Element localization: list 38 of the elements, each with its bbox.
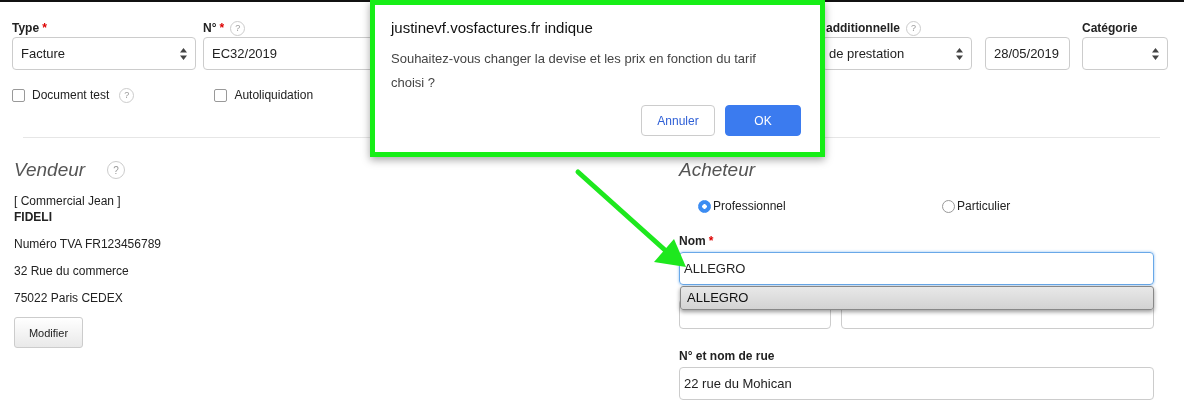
dialog-message: Souhaitez-vous changer la devise et les prix en fonction du tarif choisi ? — [391, 50, 757, 92]
radio-label: Professionnel — [713, 199, 786, 213]
field-label: additionnelle — [826, 21, 900, 35]
street-field[interactable]: 22 rue du Mohican — [679, 367, 1154, 400]
field-label: Type — [12, 21, 40, 35]
updown-arrows-icon — [956, 47, 963, 60]
checkbox-label: Document test — [32, 88, 110, 102]
dialog-title: justinevf.vosfactures.fr indique — [391, 19, 594, 36]
field-label: Nom — [679, 234, 706, 250]
radio-label: Particulier — [957, 199, 1011, 213]
checkbox[interactable] — [12, 88, 25, 102]
section-title: Vendeur — [14, 159, 86, 181]
section-title: Acheteur — [679, 159, 756, 181]
field-label: N° et nom de rue — [679, 349, 775, 365]
required-mark: * — [42, 21, 47, 35]
input-field[interactable]: 28/05/2019 — [985, 37, 1070, 70]
updown-arrows-icon — [1152, 47, 1159, 60]
radio-button[interactable] — [942, 199, 955, 213]
required-mark: * — [219, 21, 225, 35]
name-field[interactable]: ALLEGRO — [679, 252, 1154, 285]
seller-info-text: [ Commercial Jean ] — [14, 194, 122, 208]
seller-info-text: 75022 Paris CEDEX — [14, 291, 124, 305]
field-label: N° — [203, 21, 217, 35]
checkbox[interactable] — [214, 88, 228, 102]
cancel-button[interactable]: Annuler — [641, 105, 715, 136]
checkbox-label: Autoliquidation — [234, 88, 314, 102]
seller-info-text: Numéro TVA FR123456789 — [14, 237, 162, 251]
suggestion-item[interactable]: ALLEGRO — [681, 287, 1153, 309]
ok-button[interactable]: OK — [725, 105, 801, 136]
required-mark: * — [708, 234, 714, 250]
updown-arrows-icon — [180, 47, 187, 60]
seller-info-text: 32 Rue du commerce — [14, 264, 130, 278]
field-label: Catégorie — [1082, 21, 1138, 35]
seller-info-text: FIDELI — [14, 210, 53, 224]
select-field[interactable]: Facture — [12, 37, 196, 70]
radio-button[interactable] — [698, 199, 711, 213]
select-field[interactable] — [1082, 37, 1168, 70]
modify-button[interactable]: Modifier — [14, 317, 83, 348]
